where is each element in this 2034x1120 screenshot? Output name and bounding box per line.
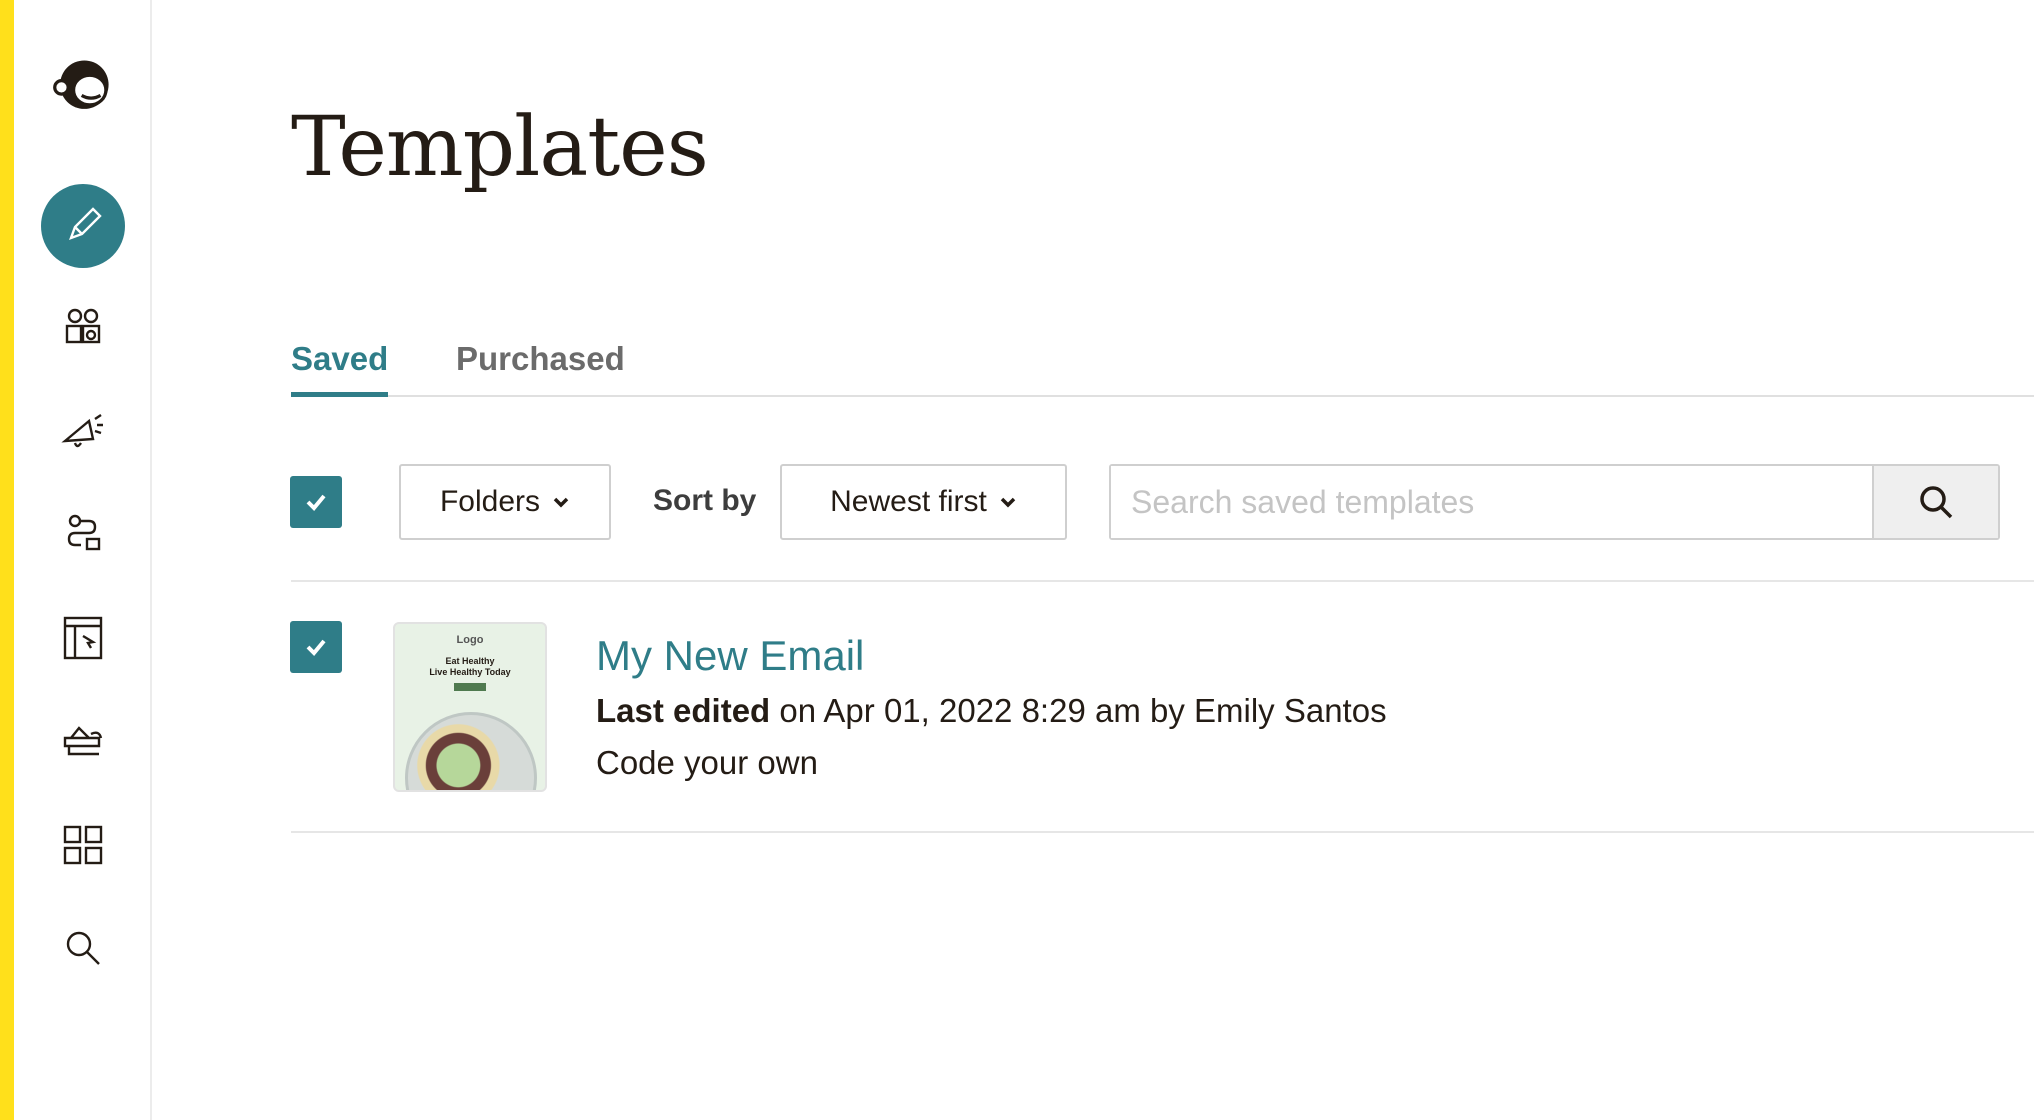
page-title: Templates	[291, 100, 709, 195]
automation-icon[interactable]	[41, 493, 125, 577]
template-last-edited: Last edited on Apr 01, 2022 8:29 am by E…	[596, 692, 1387, 730]
thumbnail-logo: Logo	[456, 634, 484, 646]
chevron-down-icon	[553, 497, 569, 508]
sort-value: Newest first	[830, 485, 987, 518]
search-icon[interactable]	[41, 906, 125, 990]
brand-stripe	[0, 0, 14, 1120]
search-input[interactable]	[1111, 466, 1872, 538]
integrations-grid-icon[interactable]	[41, 803, 125, 887]
divider	[291, 580, 2034, 582]
website-icon[interactable]	[41, 596, 125, 680]
checkmark-icon	[306, 494, 326, 511]
search-box	[1109, 464, 2000, 540]
template-name-link[interactable]: My New Email	[596, 632, 864, 680]
folders-dropdown[interactable]: Folders	[399, 464, 611, 540]
thumbnail-headline-2: Live Healthy Today	[429, 667, 511, 677]
sort-dropdown[interactable]: Newest first	[780, 464, 1067, 540]
tabs: Saved Purchased	[291, 335, 2034, 397]
checkmark-icon	[306, 639, 326, 656]
search-button[interactable]	[1872, 466, 1998, 538]
create-pencil-icon[interactable]	[41, 184, 125, 268]
content-studio-icon[interactable]	[41, 700, 125, 784]
tab-purchased[interactable]: Purchased	[456, 335, 625, 397]
last-edited-label: Last edited	[596, 692, 771, 729]
template-checkbox[interactable]	[290, 621, 342, 673]
tab-saved[interactable]: Saved	[291, 335, 389, 397]
select-all-checkbox[interactable]	[290, 476, 342, 528]
search-icon	[1920, 486, 1953, 519]
folders-label: Folders	[439, 485, 541, 518]
mailchimp-logo-icon[interactable]	[41, 40, 125, 124]
divider	[291, 831, 2034, 833]
chevron-down-icon	[1000, 497, 1016, 508]
thumbnail-food-image	[405, 712, 537, 790]
sort-by-label: Sort by	[653, 484, 757, 517]
last-edited-detail: on Apr 01, 2022 8:29 am by Emily Santos	[770, 692, 1387, 729]
thumbnail-button	[454, 683, 486, 691]
template-thumbnail[interactable]: Logo Eat Healthy Live Healthy Today	[393, 622, 547, 792]
template-type: Code your own	[596, 744, 818, 781]
sidebar	[14, 0, 152, 1120]
megaphone-icon[interactable]	[41, 389, 125, 473]
audience-icon[interactable]	[41, 286, 125, 370]
thumbnail-headline-1: Eat Healthy	[445, 656, 495, 666]
